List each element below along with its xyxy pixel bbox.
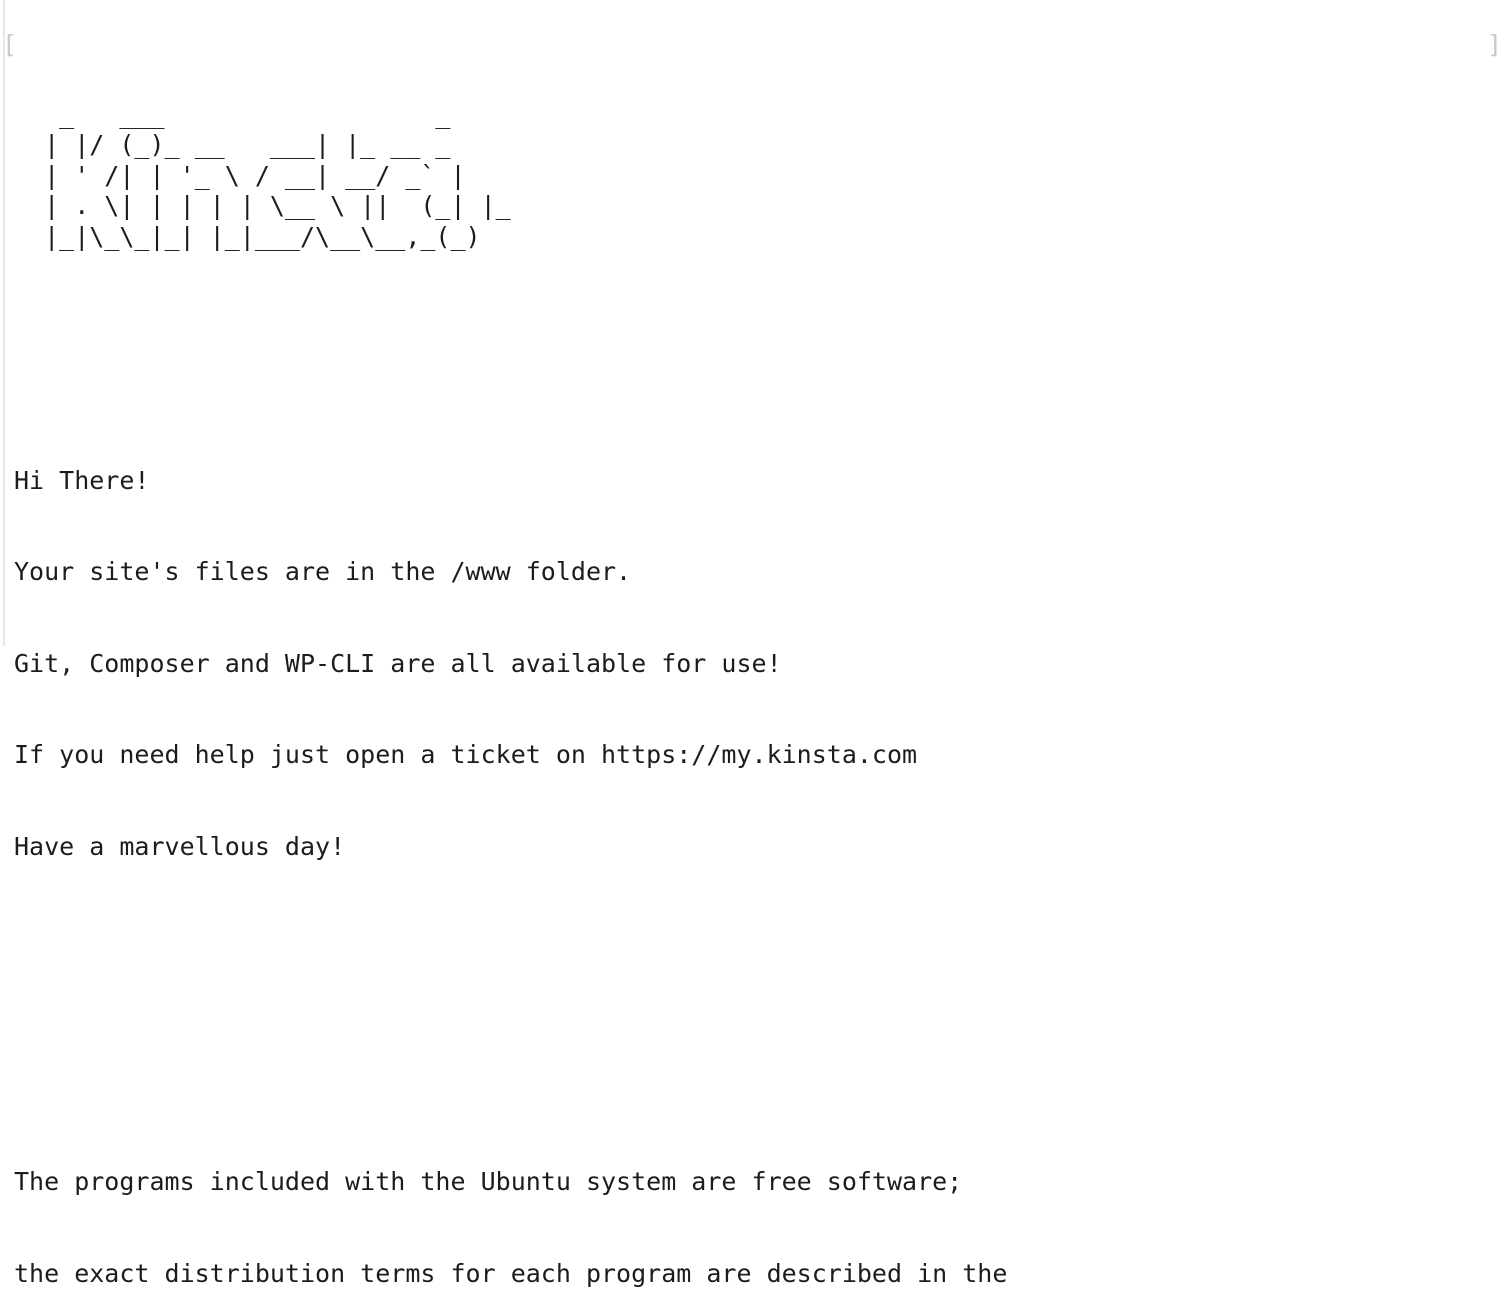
spacer-line — [14, 1045, 1484, 1076]
motd-line-greeting: Hi There! — [14, 465, 150, 495]
spacer-line — [14, 344, 1484, 375]
legal-free-software-line-2: the exact distribution terms for each pr… — [14, 1258, 1008, 1288]
left-panel-border — [3, 0, 5, 646]
spacer-line — [14, 954, 1484, 985]
legal-free-software-line-1: The programs included with the Ubuntu sy… — [14, 1167, 963, 1196]
right-bracket-glyph: ] — [1487, 30, 1500, 61]
motd-line-files-path: Your site's files are in the /www folder… — [14, 557, 632, 586]
motd-line-support: If you need help just open a ticket on h… — [14, 740, 918, 769]
terminal-output-area[interactable]: _ ___ _ | |/ (_)_ __ ___| |_ __ _ | ' /|… — [14, 8, 1484, 1292]
terminal-window[interactable]: [ ] _ ___ _ | |/ (_)_ __ ___| |_ __ _ | … — [0, 0, 1500, 1288]
kinsta-ascii-logo: _ ___ _ | |/ (_)_ __ ___| |_ __ _ | ' /|… — [44, 99, 511, 251]
motd-line-signoff: Have a marvellous day! — [14, 831, 346, 861]
motd-line-tools: Git, Composer and WP-CLI are all availab… — [14, 648, 782, 678]
